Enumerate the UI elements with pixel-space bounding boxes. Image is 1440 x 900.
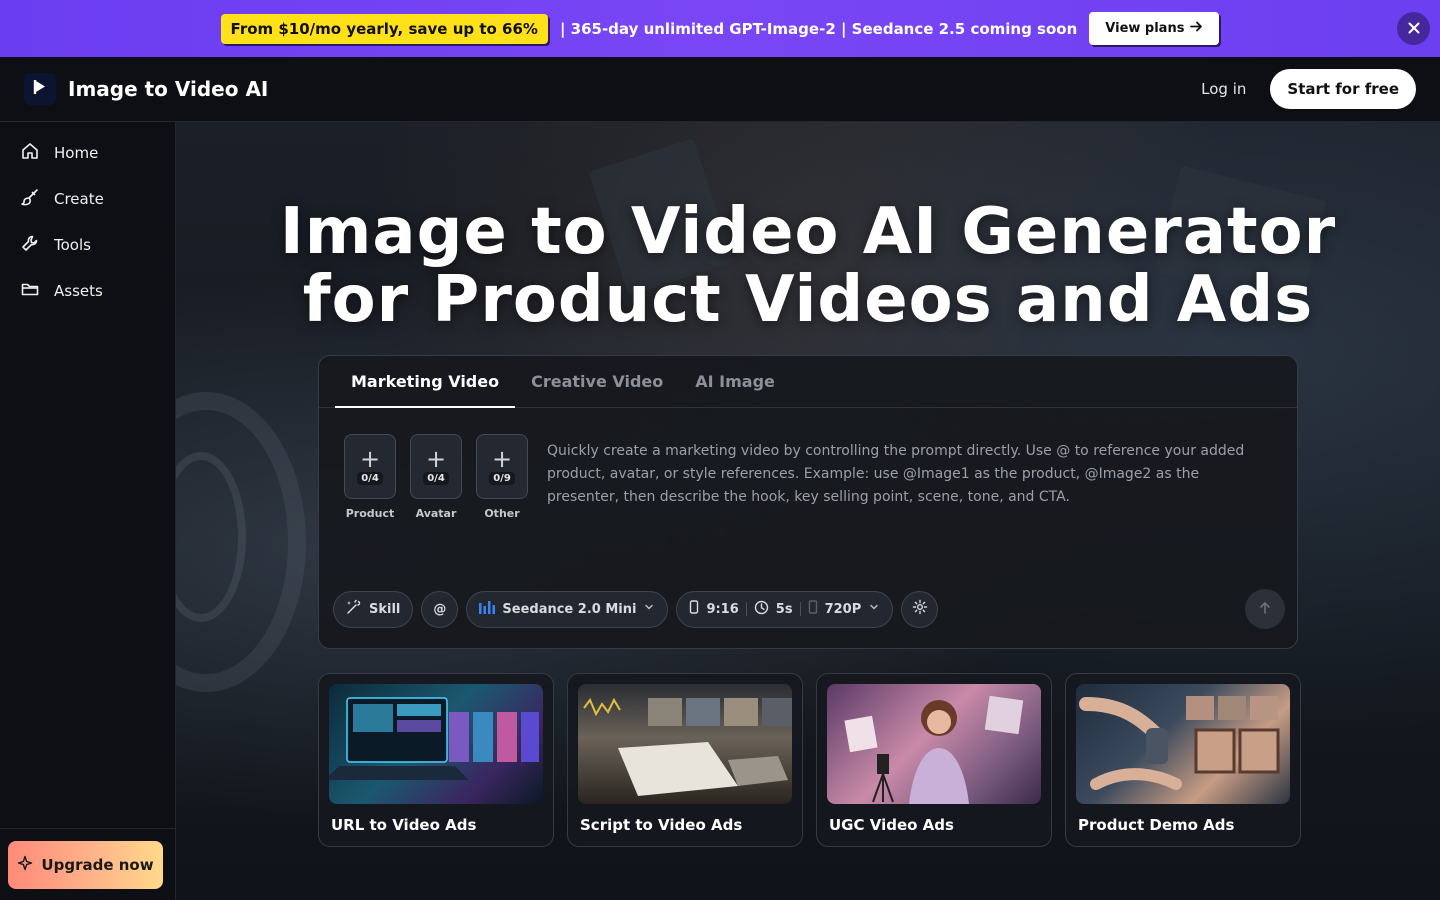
page-title: Image to Video AI Generator for Product … bbox=[176, 198, 1440, 334]
composer-toolbar: Skill @ Seedance 2.0 Mini 9:16 5s 720P bbox=[333, 589, 1285, 629]
upload-avatar-button[interactable]: + 0/4 bbox=[410, 434, 462, 499]
promo-highlight: From $10/mo yearly, save up to 66% bbox=[220, 13, 548, 44]
play-logo-icon bbox=[33, 79, 47, 99]
title-line-2: for Product Videos and Ads bbox=[302, 263, 1314, 337]
template-cards: URL to Video Ads Script to Video Ads UGC… bbox=[318, 673, 1301, 847]
magic-wand-icon bbox=[346, 599, 362, 619]
sidebar-footer: Upgrade now bbox=[0, 828, 175, 900]
sidebar-item-tools[interactable]: Tools bbox=[0, 222, 175, 268]
clock-icon bbox=[754, 600, 769, 619]
template-card-url-to-video[interactable]: URL to Video Ads bbox=[318, 673, 554, 847]
gear-icon bbox=[912, 599, 928, 619]
template-thumbnail bbox=[1076, 684, 1290, 804]
close-icon bbox=[1408, 19, 1420, 38]
advanced-settings-button[interactable] bbox=[901, 590, 939, 628]
model-select[interactable]: Seedance 2.0 Mini bbox=[466, 590, 669, 628]
template-card-ugc-video[interactable]: UGC Video Ads bbox=[816, 673, 1052, 847]
brush-icon bbox=[20, 187, 40, 211]
template-thumbnail bbox=[827, 684, 1041, 804]
template-thumbnail bbox=[329, 684, 543, 804]
tab-marketing-video[interactable]: Marketing Video bbox=[335, 356, 516, 408]
upload-other-button[interactable]: + 0/9 bbox=[476, 434, 528, 499]
upload-label: Product bbox=[345, 507, 395, 520]
sparkle-icon bbox=[17, 855, 33, 875]
top-header: Image to Video AI Log in Start for free bbox=[0, 57, 1440, 122]
sidebar-item-label: Assets bbox=[54, 282, 103, 300]
sidebar: Home Create Tools Assets Upgrade now bbox=[0, 122, 176, 900]
chevron-down-icon bbox=[868, 601, 880, 617]
sidebar-item-assets[interactable]: Assets bbox=[0, 268, 175, 314]
divider bbox=[745, 602, 747, 616]
resolution-value: 720P bbox=[824, 601, 862, 617]
upgrade-now-button[interactable]: Upgrade now bbox=[8, 841, 163, 889]
upload-avatar: + 0/4 Avatar bbox=[410, 434, 462, 520]
template-label: UGC Video Ads bbox=[829, 816, 954, 834]
view-plans-button[interactable]: View plans bbox=[1089, 12, 1220, 45]
template-label: Product Demo Ads bbox=[1078, 816, 1235, 834]
prompt-input[interactable]: Quickly create a marketing video by cont… bbox=[547, 440, 1259, 509]
main-content: Image to Video AI Generator for Product … bbox=[176, 122, 1440, 900]
template-label: URL to Video Ads bbox=[331, 816, 477, 834]
folder-icon bbox=[20, 279, 40, 303]
skill-label: Skill bbox=[369, 601, 401, 617]
upload-count: 0/9 bbox=[489, 472, 515, 485]
ratio-value: 9:16 bbox=[706, 601, 739, 617]
upload-product-button[interactable]: + 0/4 bbox=[344, 434, 396, 499]
upload-other: + 0/9 Other bbox=[476, 434, 528, 520]
home-icon bbox=[20, 141, 40, 165]
generate-submit-button[interactable] bbox=[1245, 589, 1285, 629]
mention-button[interactable]: @ bbox=[421, 590, 459, 628]
upload-count: 0/4 bbox=[357, 472, 383, 485]
tab-creative-video[interactable]: Creative Video bbox=[515, 356, 679, 407]
composer-tabs: Marketing Video Creative Video AI Image bbox=[319, 356, 1297, 408]
upgrade-label: Upgrade now bbox=[41, 856, 154, 874]
plus-icon: + bbox=[425, 445, 447, 473]
template-label: Script to Video Ads bbox=[580, 816, 743, 834]
brand-logo[interactable] bbox=[24, 73, 56, 105]
video-settings-select[interactable]: 9:16 5s 720P bbox=[676, 590, 894, 628]
chevron-down-icon bbox=[643, 601, 655, 617]
sidebar-item-label: Home bbox=[54, 144, 99, 162]
template-card-script-to-video[interactable]: Script to Video Ads bbox=[567, 673, 803, 847]
brand-name[interactable]: Image to Video AI bbox=[68, 77, 268, 101]
model-label: Seedance 2.0 Mini bbox=[502, 601, 637, 617]
promo-text: | 365-day unlimited GPT-Image-2 | Seedan… bbox=[559, 19, 1078, 38]
template-thumbnail bbox=[578, 684, 792, 804]
sidebar-item-label: Create bbox=[54, 190, 104, 208]
plus-icon: + bbox=[359, 445, 381, 473]
prompt-composer: Marketing Video Creative Video AI Image … bbox=[318, 355, 1298, 649]
phone-ratio-icon bbox=[689, 600, 699, 618]
sidebar-item-create[interactable]: Create bbox=[0, 176, 175, 222]
sidebar-item-label: Tools bbox=[54, 236, 91, 254]
upload-product: + 0/4 Product bbox=[344, 434, 396, 520]
duration-value: 5s bbox=[775, 601, 793, 617]
upload-label: Other bbox=[484, 507, 520, 520]
view-plans-label: View plans bbox=[1105, 21, 1185, 36]
start-for-free-button[interactable]: Start for free bbox=[1270, 69, 1416, 109]
promo-banner: From $10/mo yearly, save up to 66% | 365… bbox=[0, 0, 1440, 57]
resolution-icon bbox=[808, 600, 818, 618]
arrow-right-icon bbox=[1190, 20, 1203, 37]
login-link[interactable]: Log in bbox=[1201, 80, 1246, 98]
template-card-product-demo[interactable]: Product Demo Ads bbox=[1065, 673, 1301, 847]
upload-label: Avatar bbox=[415, 507, 457, 520]
at-icon: @ bbox=[433, 601, 447, 617]
skill-button[interactable]: Skill bbox=[333, 590, 414, 628]
close-promo-button[interactable] bbox=[1397, 12, 1430, 45]
plus-icon: + bbox=[491, 445, 513, 473]
reference-uploads: + 0/4 Product + 0/4 Avatar + 0/9 Other bbox=[344, 434, 528, 520]
divider bbox=[799, 602, 801, 616]
tab-ai-image[interactable]: AI Image bbox=[679, 356, 791, 407]
model-icon bbox=[479, 600, 496, 618]
wrench-icon bbox=[20, 233, 40, 257]
upload-count: 0/4 bbox=[423, 472, 449, 485]
sidebar-item-home[interactable]: Home bbox=[0, 130, 175, 176]
title-line-1: Image to Video AI Generator bbox=[279, 195, 1337, 269]
arrow-up-icon bbox=[1258, 600, 1272, 619]
